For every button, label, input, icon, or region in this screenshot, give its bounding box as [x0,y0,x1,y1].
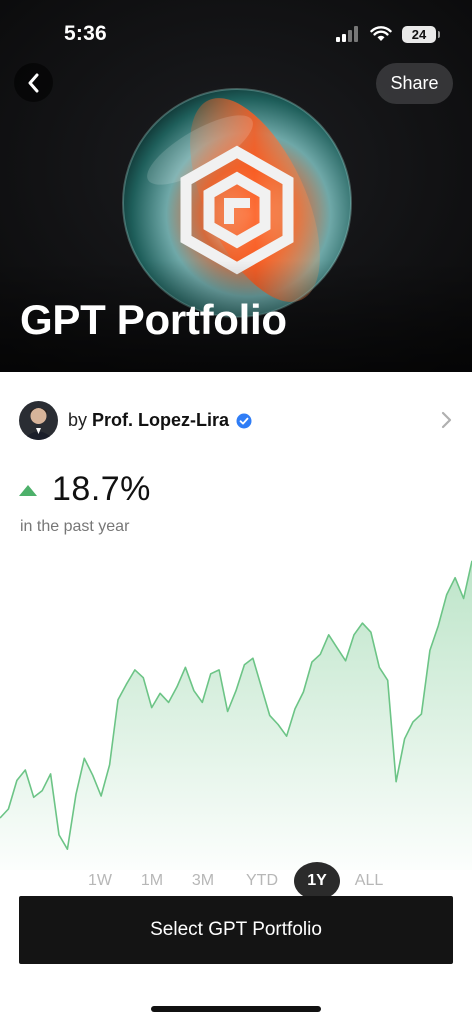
back-button[interactable] [14,63,53,102]
performance-period: in the past year [20,518,130,535]
share-button[interactable]: Share [376,63,453,104]
avatar [19,401,58,440]
range-tab-all[interactable]: ALL [352,862,386,900]
author-row[interactable]: by Prof. Lopez-Lira [0,398,472,446]
status-icons: 24 [336,24,440,44]
hero-banner: 5:36 24 Share GPT Portfolio [0,0,472,372]
battery-icon: 24 [402,25,440,43]
range-tab-ytd[interactable]: YTD [242,862,282,900]
up-arrow-icon [19,485,37,496]
author-prefix: by [68,410,88,430]
page-title: GPT Portfolio [20,296,287,343]
performance-value: 18.7% [52,470,151,508]
chevron-left-icon [28,73,38,92]
range-tab-1w[interactable]: 1W [84,862,116,900]
wifi-icon [370,26,392,41]
chevron-right-icon[interactable] [438,410,456,430]
performance-summary: 18.7% [19,470,151,509]
range-tabs: 1W 1M 3M YTD 1Y ALL [0,862,472,900]
range-tab-1y[interactable]: 1Y [294,862,340,900]
status-time: 5:36 [64,22,107,45]
author-label: by Prof. Lopez-Lira [68,410,252,431]
signal-icon [336,26,358,42]
performance-chart[interactable] [0,545,472,870]
home-indicator [151,1006,321,1012]
range-tab-3m[interactable]: 3M [188,862,218,900]
verified-check-icon [236,413,252,428]
status-bar: 5:36 24 [0,0,472,70]
author-name: Prof. Lopez-Lira [92,410,230,430]
select-portfolio-button[interactable]: Select GPT Portfolio [19,896,453,964]
range-tab-1m[interactable]: 1M [137,862,167,900]
